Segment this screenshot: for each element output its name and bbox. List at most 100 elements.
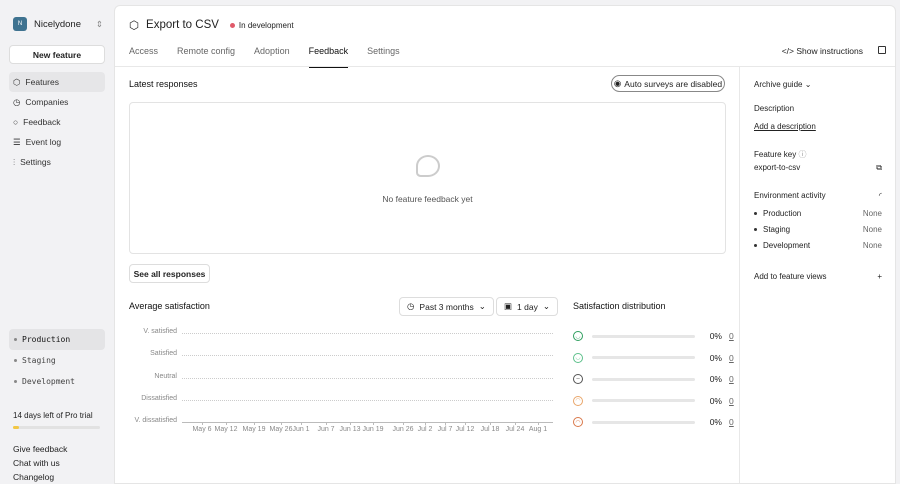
page-title: Export to CSV bbox=[146, 19, 219, 31]
main-panel: ⬡ Export to CSV In development Access Re… bbox=[114, 5, 896, 484]
distribution-row: – 0% 0 bbox=[573, 373, 734, 385]
x-tick bbox=[226, 422, 227, 425]
very-dissatisfied-face-icon: ◠ bbox=[573, 417, 583, 427]
x-tick-label: Jun 19 bbox=[362, 426, 384, 433]
dissatisfied-face-icon: ◠ bbox=[573, 395, 583, 406]
distribution-row: ◡ 0% 0 bbox=[573, 352, 734, 364]
sidebar-item-companies[interactable]: ◷ Companies bbox=[9, 92, 105, 112]
average-satisfaction-title: Average satisfaction bbox=[129, 301, 210, 311]
status-text: In development bbox=[238, 20, 294, 30]
feature-key-label: Feature key ⓘ bbox=[754, 149, 806, 160]
x-tick bbox=[373, 422, 374, 425]
x-tick-label: Jul 12 bbox=[455, 426, 475, 433]
tab-access[interactable]: Access bbox=[129, 46, 158, 68]
distribution-percent: 0% bbox=[709, 417, 722, 427]
distribution-row: ◡ 0% 0 bbox=[573, 330, 734, 342]
org-switcher[interactable]: N Nicelydone ⇕ bbox=[13, 17, 103, 31]
x-tick-label: Jul 2 bbox=[417, 426, 433, 433]
label: Add to feature views bbox=[754, 272, 827, 281]
tab-adoption[interactable]: Adoption bbox=[254, 46, 290, 68]
empty-feedback-box: No feature feedback yet bbox=[129, 102, 726, 254]
distribution-count-link[interactable]: 0 bbox=[729, 396, 734, 406]
chat-icon: ○ bbox=[13, 117, 19, 127]
label: Feature key bbox=[754, 150, 797, 159]
tab-remote-config[interactable]: Remote config bbox=[177, 46, 235, 68]
distribution-row: ◠ 0% 0 bbox=[573, 395, 734, 407]
auto-surveys-pill[interactable]: ◉ Auto surveys are disabled bbox=[611, 75, 725, 92]
very-satisfied-face-icon: ◡ bbox=[573, 331, 583, 341]
distribution-percent: 0% bbox=[709, 331, 722, 341]
info-icon: ⓘ bbox=[798, 150, 807, 159]
env-name: Production bbox=[763, 209, 802, 218]
distribution-bar bbox=[592, 377, 695, 381]
org-name: Nicelydone bbox=[34, 18, 81, 30]
give-feedback-link[interactable]: Give feedback bbox=[13, 442, 67, 456]
feature-key-value: export-to-csv bbox=[754, 163, 801, 172]
label: Archive guide bbox=[754, 80, 803, 89]
sidebar-item-feedback[interactable]: ○ Feedback bbox=[9, 112, 105, 132]
env-staging[interactable]: Staging bbox=[9, 350, 105, 371]
calendar-icon: ▣ bbox=[504, 301, 513, 311]
x-tick bbox=[490, 422, 491, 425]
distribution-count-link[interactable]: 0 bbox=[729, 374, 734, 384]
plus-icon: + bbox=[877, 272, 882, 281]
env-name: Development bbox=[763, 241, 811, 250]
status-badge: In development bbox=[229, 20, 294, 30]
changelog-link[interactable]: Changelog bbox=[13, 470, 67, 484]
env-activity-label: Environment activity bbox=[754, 191, 826, 200]
sidebar-item-event-log[interactable]: ☰ Event log bbox=[9, 132, 105, 152]
label: Past 3 months bbox=[419, 301, 474, 312]
toggle-panel-icon[interactable] bbox=[878, 46, 886, 54]
archive-guide-dropdown[interactable]: Archive guide ⌄ bbox=[754, 80, 811, 89]
env-row-staging: Staging None bbox=[754, 225, 882, 234]
distribution-count-link[interactable]: 0 bbox=[729, 331, 734, 341]
gridline bbox=[182, 333, 553, 334]
distribution-count-link[interactable]: 0 bbox=[729, 353, 734, 363]
label: Companies bbox=[25, 97, 69, 107]
label: Feedback bbox=[23, 117, 61, 127]
label: 1 day bbox=[517, 301, 538, 312]
sidebar-item-features[interactable]: ⬡ Features bbox=[9, 72, 105, 92]
x-tick-label: Aug 1 bbox=[528, 426, 548, 433]
code-icon: </> bbox=[781, 46, 797, 56]
see-all-responses-button[interactable]: See all responses bbox=[129, 264, 210, 283]
distribution-percent: 0% bbox=[709, 352, 722, 363]
sidebar-item-settings[interactable]: ⫶ Settings bbox=[9, 152, 105, 172]
distribution-percent: 0% bbox=[709, 395, 722, 406]
copy-icon[interactable]: ⧉ bbox=[876, 163, 882, 173]
gridline bbox=[182, 378, 553, 379]
env-row-development: Development None bbox=[754, 241, 882, 250]
x-tick bbox=[515, 422, 516, 425]
label: Staging bbox=[22, 356, 56, 365]
chat-bubble-icon bbox=[416, 155, 440, 177]
label: Auto surveys are disabled bbox=[624, 78, 723, 89]
env-development[interactable]: Development bbox=[9, 371, 105, 392]
add-to-feature-views[interactable]: Add to feature views + bbox=[754, 272, 882, 281]
show-instructions-button[interactable]: </> Show instructions bbox=[782, 46, 863, 56]
distribution-count-link[interactable]: 0 bbox=[729, 417, 734, 427]
env-value: None bbox=[862, 241, 882, 250]
env-production[interactable]: Production bbox=[9, 329, 105, 350]
clock-icon: ◷ bbox=[407, 301, 415, 311]
new-feature-button[interactable]: New feature bbox=[9, 45, 105, 64]
satisfied-face-icon: ◡ bbox=[573, 352, 583, 363]
chat-link[interactable]: Chat with us bbox=[13, 456, 67, 470]
x-tick-label: Jul 18 bbox=[480, 426, 500, 433]
org-avatar: N bbox=[13, 17, 27, 31]
x-tick bbox=[465, 422, 466, 425]
neutral-face-icon: – bbox=[573, 374, 583, 384]
interval-dropdown[interactable]: ▣ 1 day ⌄ bbox=[496, 297, 558, 316]
label: Features bbox=[25, 77, 59, 87]
y-tick-label: Satisfied bbox=[150, 350, 177, 357]
distribution-percent: 0% bbox=[709, 374, 722, 384]
distribution-bar bbox=[592, 399, 695, 402]
x-tick-label: Jul 7 bbox=[437, 426, 453, 433]
add-description-link[interactable]: Add a description bbox=[754, 122, 816, 131]
label: Show instructions bbox=[796, 46, 863, 56]
list-icon: ☰ bbox=[13, 136, 21, 147]
range-dropdown[interactable]: ◷ Past 3 months ⌄ bbox=[399, 297, 494, 316]
tab-feedback[interactable]: Feedback bbox=[308, 46, 349, 68]
label: Production bbox=[22, 335, 71, 344]
tab-settings[interactable]: Settings bbox=[367, 46, 400, 68]
x-tick bbox=[425, 422, 426, 425]
